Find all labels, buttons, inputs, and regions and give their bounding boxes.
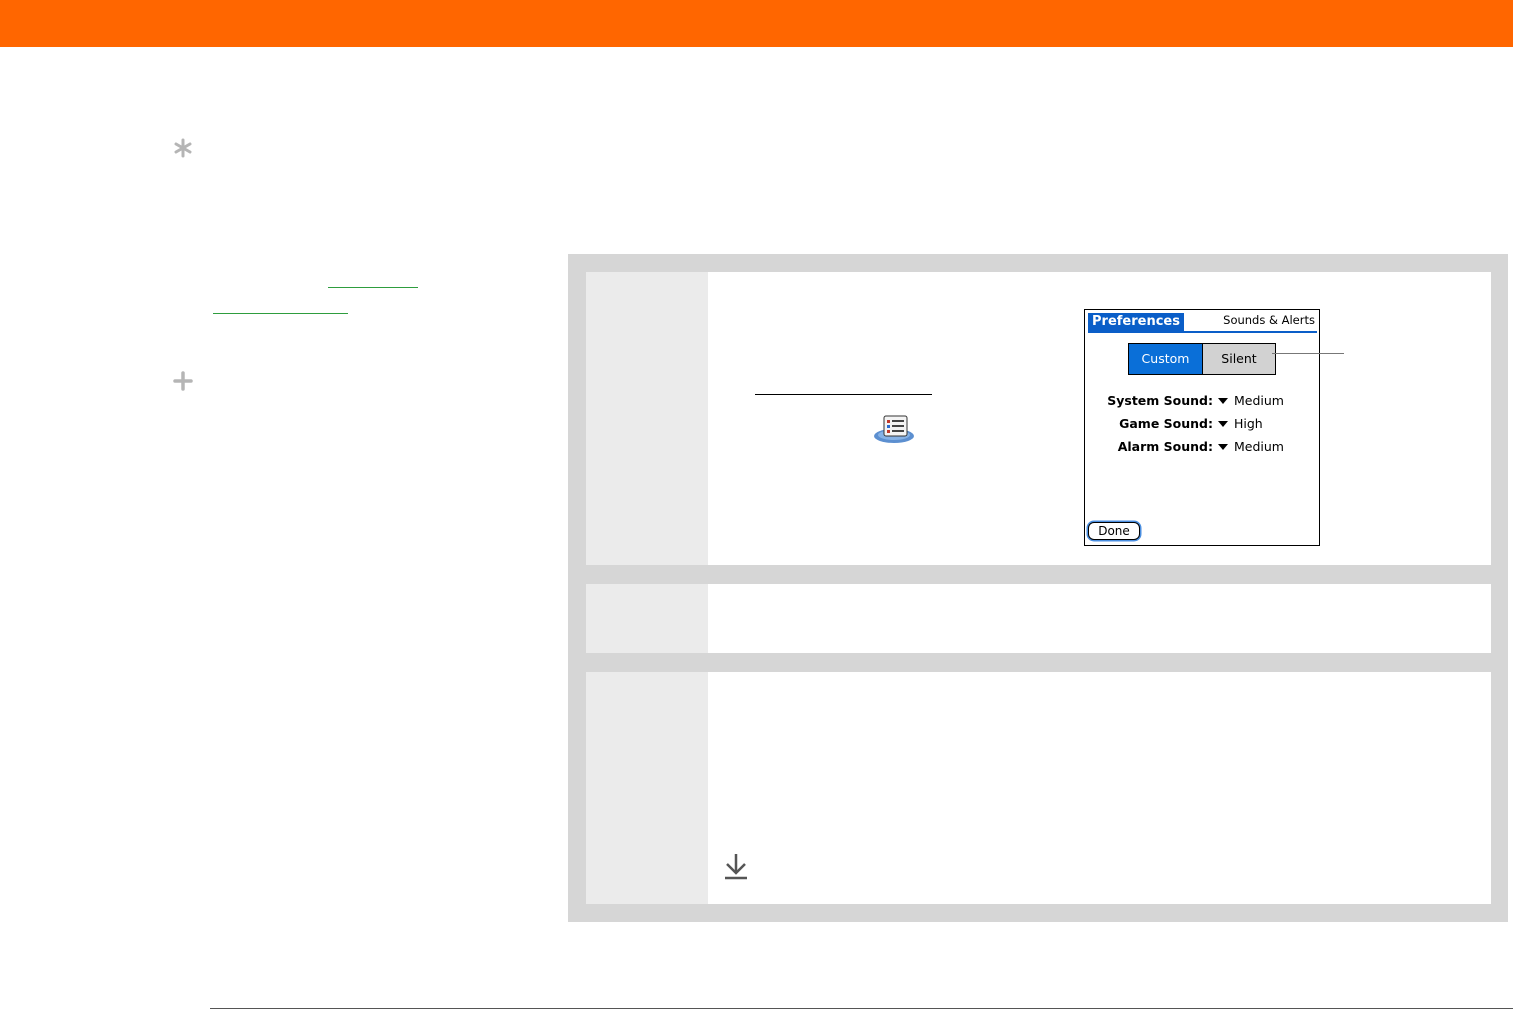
dropdown-arrow-icon[interactable] — [1218, 421, 1228, 427]
category-selector[interactable]: Sounds & Alerts — [1223, 313, 1315, 328]
preferences-tab-title: Preferences — [1088, 313, 1184, 331]
preferences-app-icon[interactable] — [873, 414, 915, 444]
game-sound-row[interactable]: Game Sound: High — [1085, 414, 1319, 434]
done-button[interactable]: Done — [1088, 522, 1140, 540]
sounds-alerts-screenshot: Preferences Sounds & Alerts Custom Silen… — [1084, 309, 1320, 546]
dropdown-arrow-icon[interactable] — [1218, 398, 1228, 404]
step-3-row — [586, 672, 1491, 904]
header-bar — [0, 0, 1513, 47]
step-1-link[interactable] — [755, 394, 932, 395]
game-sound-label: Game Sound: — [1119, 416, 1213, 431]
steps-panel — [568, 254, 1508, 922]
system-sound-label: System Sound: — [1107, 393, 1213, 408]
plus-icon — [173, 371, 193, 391]
step-2-row — [586, 584, 1491, 653]
alarm-sound-label: Alarm Sound: — [1117, 439, 1213, 454]
asterisk-icon — [174, 138, 192, 158]
alarm-sound-value[interactable]: Medium — [1234, 437, 1284, 457]
alarm-sound-row[interactable]: Alarm Sound: Medium — [1085, 437, 1319, 457]
title-rule — [1088, 331, 1317, 333]
footer-rule — [210, 1008, 1513, 1009]
tip-link-continued[interactable] — [213, 313, 348, 314]
silent-segment-button[interactable]: Silent — [1202, 343, 1276, 375]
system-sound-value[interactable]: Medium — [1234, 391, 1284, 411]
custom-segment-button[interactable]: Custom — [1128, 343, 1203, 375]
dropdown-arrow-icon[interactable] — [1218, 444, 1228, 450]
step-2-number-cell — [586, 584, 708, 653]
step-1-row — [586, 272, 1491, 565]
game-sound-value[interactable]: High — [1234, 414, 1263, 434]
download-arrow-icon — [725, 854, 747, 880]
system-sound-row[interactable]: System Sound: Medium — [1085, 391, 1319, 411]
callout-line — [1272, 353, 1344, 354]
tip-link[interactable] — [328, 287, 418, 288]
step-3-number-cell — [586, 672, 708, 904]
step-1-number-cell — [586, 272, 708, 565]
